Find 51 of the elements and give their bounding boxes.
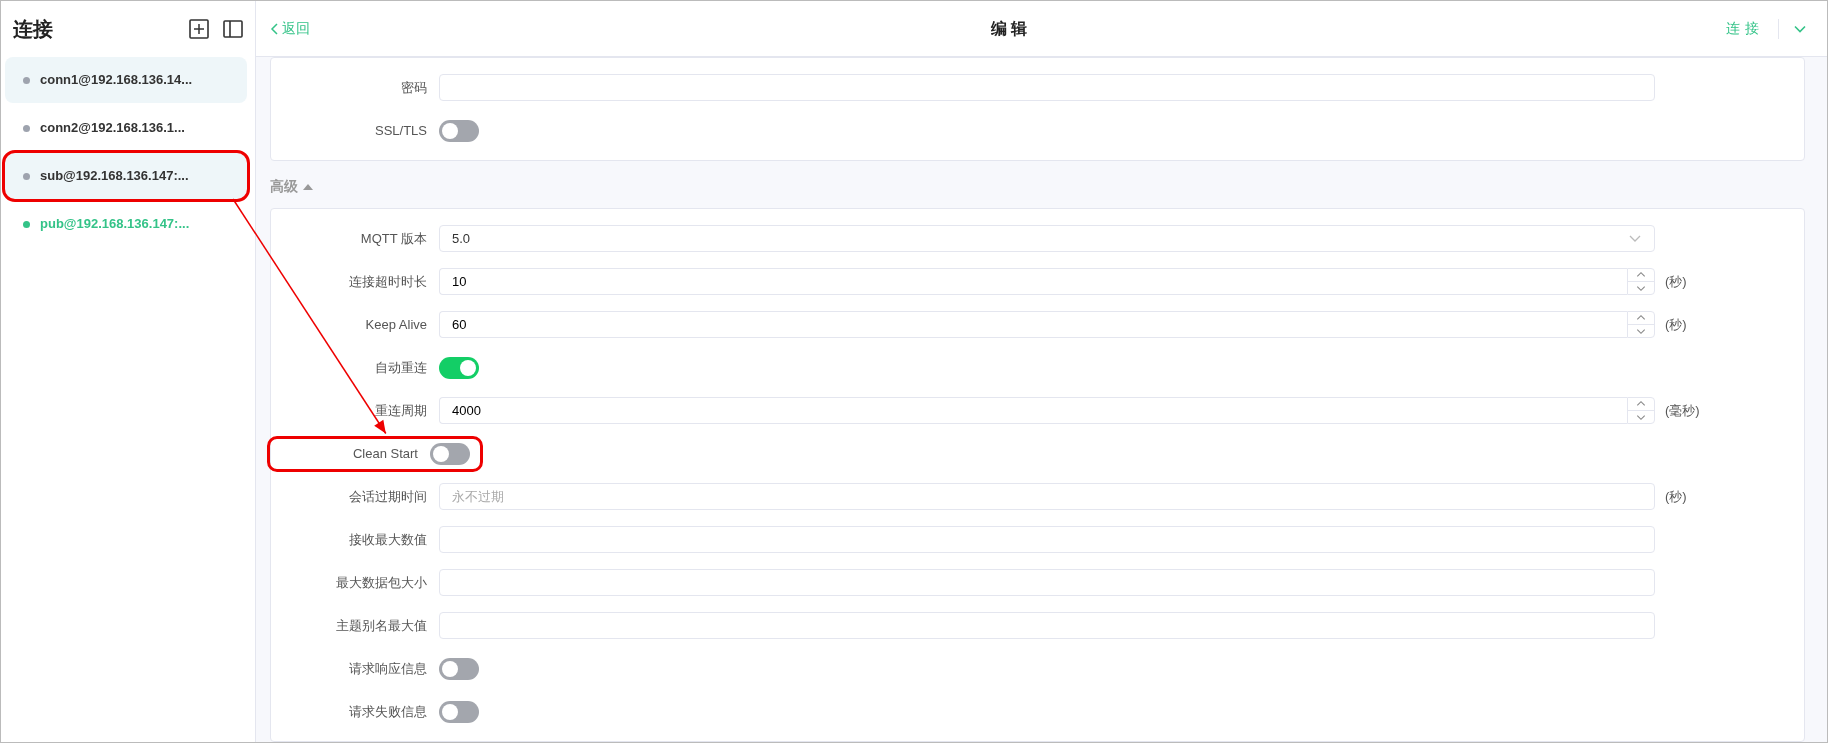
field-label: 最大数据包大小 <box>335 573 428 592</box>
field-label: SSL/TLS <box>373 121 428 140</box>
connection-item[interactable]: conn1@192.168.136.14... <box>5 57 247 103</box>
unit-label: (秒) <box>1664 487 1687 506</box>
field-label: 自动重连 <box>374 358 428 377</box>
add-icon[interactable] <box>189 19 209 39</box>
input-field[interactable] <box>439 74 1655 101</box>
field-label: 连接超时时长 <box>348 272 428 291</box>
unit-label: (秒) <box>1664 315 1687 334</box>
stepper[interactable] <box>1627 311 1655 338</box>
connection-name: sub@192.168.136.147:... <box>40 167 189 186</box>
chevron-up-icon[interactable] <box>1628 269 1654 282</box>
page-title: 编辑 <box>990 18 1032 39</box>
toggle-switch[interactable] <box>439 700 479 723</box>
connection-name: conn1@192.168.136.14... <box>40 71 193 90</box>
field-label: 主题别名最大值 <box>335 616 428 635</box>
chevron-up-icon[interactable] <box>1628 398 1654 411</box>
select-field[interactable]: 5.0 <box>439 225 1655 252</box>
input-field[interactable] <box>439 612 1655 639</box>
number-field[interactable]: 4000 <box>439 397 1627 424</box>
chevron-down-icon <box>1628 233 1642 244</box>
input-field[interactable]: 永不过期 <box>439 483 1655 510</box>
field-label: Clean Start <box>351 444 419 463</box>
input-field[interactable] <box>439 526 1655 553</box>
field-label: 请求响应信息 <box>348 659 428 678</box>
unit-label: (毫秒) <box>1664 401 1700 420</box>
stepper[interactable] <box>1627 268 1655 295</box>
field-label: 重连周期 <box>374 401 428 420</box>
field-label: 会话过期时间 <box>348 487 428 506</box>
unit-label: (秒) <box>1664 272 1687 291</box>
field-label: 接收最大数值 <box>348 530 428 549</box>
toggle-switch[interactable] <box>439 356 479 379</box>
field-label: 请求失败信息 <box>348 702 428 721</box>
number-field[interactable]: 60 <box>439 311 1627 338</box>
connection-item[interactable]: conn2@192.168.136.1... <box>5 105 247 151</box>
field-label: 密码 <box>400 78 428 97</box>
toggle-switch[interactable] <box>439 119 479 142</box>
sidebar-toggle-icon[interactable] <box>223 19 243 39</box>
sidebar-title: 连接 <box>13 17 54 42</box>
number-field[interactable]: 10 <box>439 268 1627 295</box>
toggle-switch[interactable] <box>439 657 479 680</box>
chevron-up-icon[interactable] <box>1628 312 1654 325</box>
field-label: MQTT 版本 <box>359 229 428 248</box>
connection-name: pub@192.168.136.147:... <box>40 215 190 234</box>
connection-item[interactable]: sub@192.168.136.147:... <box>5 153 247 199</box>
stepper[interactable] <box>1627 397 1655 424</box>
toggle-switch[interactable] <box>430 442 470 465</box>
field-label: Keep Alive <box>364 315 428 334</box>
chevron-left-icon <box>270 22 280 35</box>
input-field[interactable] <box>439 569 1655 596</box>
connection-name: conn2@192.168.136.1... <box>40 119 185 138</box>
